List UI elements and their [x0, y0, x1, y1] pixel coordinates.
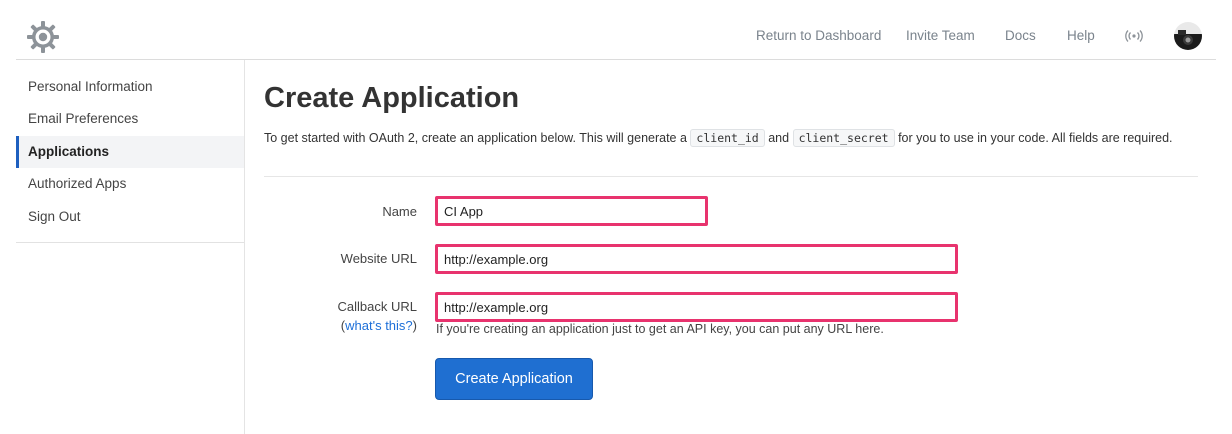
docs-link[interactable]: Docs [1005, 28, 1036, 43]
sidebar-item-applications[interactable]: Applications [16, 136, 244, 168]
callback-help-close: ) [412, 318, 417, 333]
callback-help: (what's this?) [341, 318, 417, 333]
name-label: Name [382, 204, 417, 219]
callback-url-label: Callback URL [337, 299, 417, 314]
settings-sidebar: Personal Information Email Preferences A… [16, 60, 244, 243]
sidebar-divider [244, 60, 245, 434]
website-url-input[interactable] [435, 244, 958, 274]
sidebar-item-personal-information[interactable]: Personal Information [16, 71, 244, 103]
user-avatar[interactable] [1174, 22, 1202, 50]
intro-text-before: To get started with OAuth 2, create an a… [264, 131, 687, 145]
client-id-code: client_id [690, 129, 765, 147]
sidebar-item-sign-out[interactable]: Sign Out [16, 201, 244, 233]
whats-this-link[interactable]: what's this? [345, 318, 413, 333]
intro-text: To get started with OAuth 2, create an a… [264, 128, 1173, 148]
help-link[interactable]: Help [1067, 28, 1095, 43]
create-application-button[interactable]: Create Application [435, 358, 593, 400]
callback-hint: If you're creating an application just t… [436, 322, 884, 336]
callback-url-input[interactable] [435, 292, 958, 322]
page-title: Create Application [264, 82, 520, 114]
top-header: Return to Dashboard Invite Team Docs Hel… [0, 0, 1232, 60]
website-url-label: Website URL [340, 251, 417, 266]
sidebar-item-authorized-apps[interactable]: Authorized Apps [16, 168, 244, 200]
intro-text-after: for you to use in your code. All fields … [898, 131, 1173, 145]
broadcast-icon[interactable] [1124, 27, 1144, 45]
sidebar-item-email-preferences[interactable]: Email Preferences [16, 103, 244, 135]
intro-text-and: and [768, 131, 790, 145]
invite-team-link[interactable]: Invite Team [906, 28, 975, 43]
section-divider [264, 176, 1198, 177]
return-to-dashboard-link[interactable]: Return to Dashboard [756, 28, 881, 43]
name-input[interactable] [435, 196, 708, 226]
gear-logo-icon[interactable] [26, 20, 60, 54]
client-secret-code: client_secret [792, 129, 895, 147]
